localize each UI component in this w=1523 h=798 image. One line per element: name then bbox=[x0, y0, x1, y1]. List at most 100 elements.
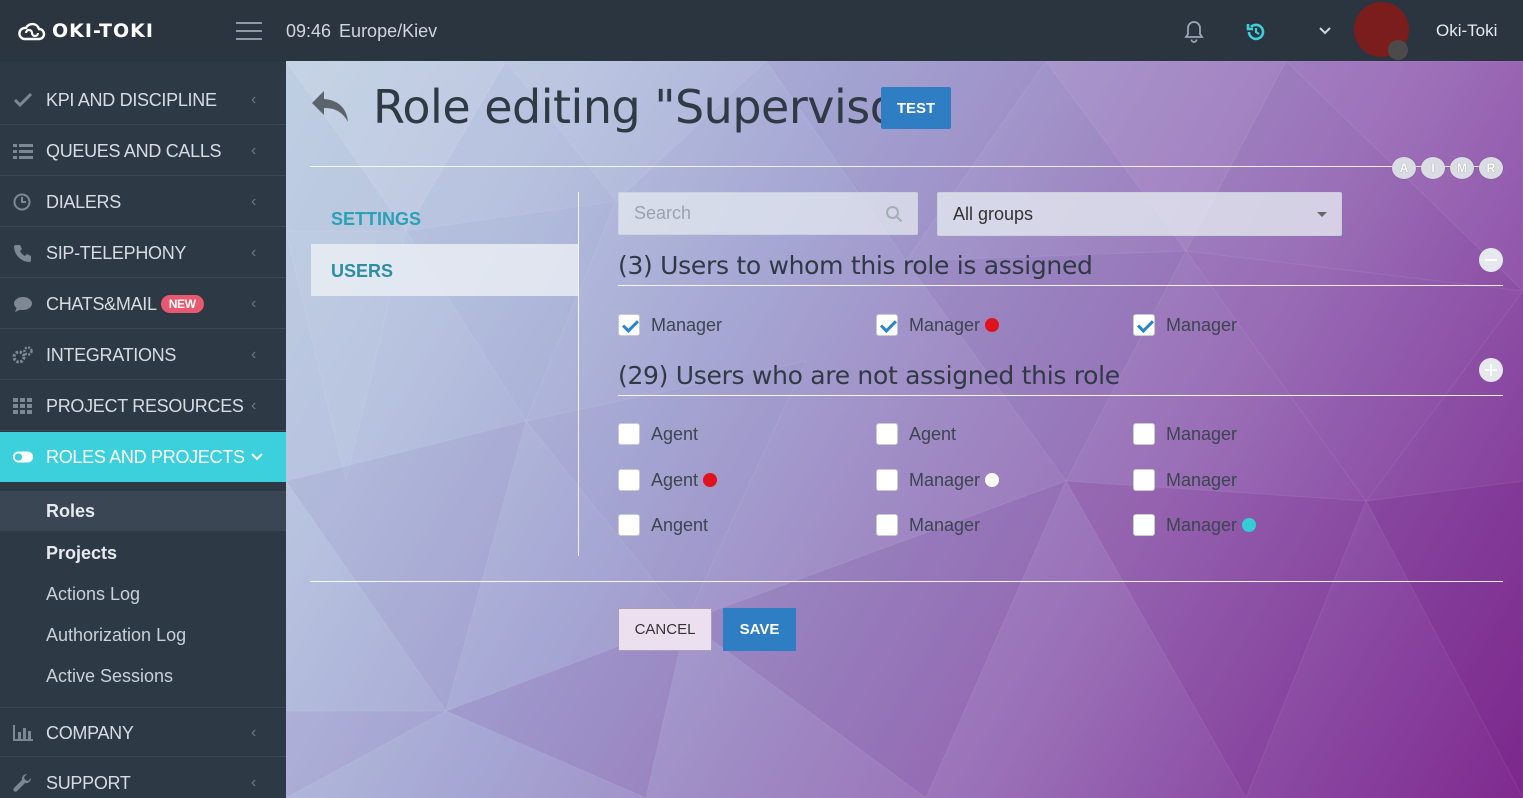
aimr-label: M bbox=[1457, 161, 1467, 175]
page-title: Role editing "Supervisor" bbox=[373, 80, 937, 134]
aimr-toggle-m[interactable]: M bbox=[1450, 157, 1474, 179]
sidebar-item-chats-mail[interactable]: CHATS&MAIL NEW ‹ bbox=[0, 279, 286, 329]
unassigned-user-checkbox[interactable]: Manager bbox=[876, 513, 980, 537]
logo-text: OKI-TOKI bbox=[52, 20, 154, 42]
sidebar-subitem-active-sessions[interactable]: Active Sessions bbox=[0, 656, 286, 696]
sidebar-item-kpi[interactable]: KPI AND DISCIPLINE ‹ bbox=[0, 75, 286, 125]
unassigned-user-checkbox[interactable]: Agent bbox=[618, 422, 698, 446]
checkbox[interactable] bbox=[618, 314, 640, 336]
chevron-left-icon: ‹ bbox=[251, 91, 257, 108]
user-name: Manager bbox=[909, 514, 981, 535]
tab-users[interactable]: USERS bbox=[311, 244, 578, 296]
subitem-label: Authorization Log bbox=[46, 625, 187, 645]
chevron-left-icon: ‹ bbox=[251, 244, 257, 261]
sidebar-subitem-authorization-log[interactable]: Authorization Log bbox=[0, 615, 286, 655]
unassigned-user-checkbox[interactable]: Agent bbox=[618, 468, 718, 492]
user-name: Manager bbox=[1166, 423, 1238, 444]
bar-chart-icon bbox=[13, 725, 33, 741]
checkbox[interactable] bbox=[618, 514, 640, 536]
gears-icon bbox=[12, 346, 33, 364]
aimr-toggle-group: A I M R bbox=[1392, 157, 1503, 179]
test-button[interactable]: TEST bbox=[881, 87, 951, 129]
sidebar-item-label: COMPANY bbox=[46, 723, 134, 743]
unassigned-user-checkbox[interactable]: Manager bbox=[1133, 468, 1237, 492]
user-name: Agent bbox=[909, 423, 957, 444]
sidebar-item-queues[interactable]: QUEUES AND CALLS ‹ bbox=[0, 126, 286, 176]
user-name: Agent bbox=[651, 469, 699, 490]
unassigned-section-title: (29) Users who are not assigned this rol… bbox=[618, 361, 1120, 390]
user-name: Manager bbox=[909, 469, 981, 490]
sidebar-subitem-roles[interactable]: Roles bbox=[0, 491, 286, 531]
chevron-down-icon[interactable] bbox=[1319, 27, 1331, 35]
tab-settings[interactable]: SETTINGS bbox=[311, 192, 578, 244]
checkbox[interactable] bbox=[1133, 469, 1155, 491]
unassigned-user-checkbox[interactable]: Angent bbox=[618, 513, 708, 537]
checkbox[interactable] bbox=[1133, 514, 1155, 536]
assigned-section-title: (3) Users to whom this role is assigned bbox=[618, 251, 1093, 280]
status-dot bbox=[985, 318, 1000, 332]
chevron-left-icon: ‹ bbox=[251, 774, 257, 791]
sidebar-item-label: ROLES AND PROJECTS bbox=[46, 447, 245, 467]
group-select[interactable]: All groups bbox=[937, 192, 1342, 236]
menu-icon[interactable] bbox=[236, 22, 262, 40]
back-arrow-icon[interactable] bbox=[310, 89, 352, 127]
unassigned-user-checkbox[interactable]: Agent bbox=[876, 422, 956, 446]
sidebar-subitem-projects[interactable]: Projects bbox=[0, 533, 286, 573]
checkbox[interactable] bbox=[876, 514, 898, 536]
sidebar-item-integrations[interactable]: INTEGRATIONS ‹ bbox=[0, 330, 286, 380]
logo[interactable]: OKI-TOKI bbox=[16, 19, 154, 43]
unassigned-user-checkbox[interactable]: Manager bbox=[876, 468, 1000, 492]
assigned-user-checkbox[interactable]: Manager bbox=[618, 313, 722, 337]
aimr-label: R bbox=[1486, 161, 1496, 175]
checkbox[interactable] bbox=[876, 469, 898, 491]
grid-icon bbox=[13, 398, 32, 414]
sidebar-item-label-text: CHATS&MAIL bbox=[46, 294, 157, 314]
new-badge: NEW bbox=[160, 295, 204, 313]
status-dot bbox=[703, 473, 718, 487]
bell-icon[interactable] bbox=[1184, 20, 1204, 44]
assigned-user-checkbox[interactable]: Manager bbox=[1133, 313, 1237, 337]
search-icon[interactable] bbox=[885, 205, 903, 223]
chevron-left-icon: ‹ bbox=[251, 193, 257, 210]
checkbox[interactable] bbox=[876, 314, 898, 336]
aimr-toggle-a[interactable]: A bbox=[1392, 157, 1416, 179]
top-bar: OKI-TOKI 09:46 Europe/Kiev Oki-Toki bbox=[0, 0, 1523, 61]
sidebar-item-label: SUPPORT bbox=[46, 773, 131, 793]
save-button[interactable]: SAVE bbox=[723, 608, 796, 651]
checkbox[interactable] bbox=[618, 469, 640, 491]
checkbox[interactable] bbox=[876, 423, 898, 445]
unassigned-user-checkbox[interactable]: Manager bbox=[1133, 513, 1257, 537]
expand-unassigned-button[interactable] bbox=[1479, 358, 1503, 382]
aimr-toggle-r[interactable]: R bbox=[1479, 157, 1503, 179]
sidebar-item-company[interactable]: COMPANY ‹ bbox=[0, 707, 286, 757]
user-name: Manager bbox=[1166, 469, 1238, 490]
sidebar-subitem-actions-log[interactable]: Actions Log bbox=[0, 574, 286, 614]
search-box bbox=[618, 192, 918, 235]
assigned-user-checkbox[interactable]: Manager bbox=[876, 313, 1000, 337]
sidebar-item-project-resources[interactable]: PROJECT RESOURCES ‹ bbox=[0, 381, 286, 431]
sidebar-item-roles-and-projects[interactable]: ROLES AND PROJECTS bbox=[0, 432, 286, 482]
sidebar-item-sip-telephony[interactable]: SIP-TELEPHONY ‹ bbox=[0, 228, 286, 278]
sidebar-item-label: KPI AND DISCIPLINE bbox=[46, 90, 217, 110]
checkbox[interactable] bbox=[618, 423, 640, 445]
unassigned-user-checkbox[interactable]: Manager bbox=[1133, 422, 1237, 446]
collapse-assigned-button[interactable] bbox=[1479, 248, 1503, 272]
checkbox[interactable] bbox=[1133, 314, 1155, 336]
sync-icon[interactable] bbox=[1245, 21, 1267, 43]
sidebar-item-label: DIALERS bbox=[46, 192, 121, 212]
cancel-button[interactable]: CANCEL bbox=[618, 608, 712, 651]
chevron-down-icon bbox=[251, 453, 263, 461]
subitem-label: Projects bbox=[46, 543, 118, 563]
sidebar-item-support[interactable]: SUPPORT ‹ bbox=[0, 758, 286, 798]
aimr-toggle-i[interactable]: I bbox=[1421, 157, 1445, 179]
subitem-label: Active Sessions bbox=[46, 666, 174, 686]
vertical-divider bbox=[578, 192, 579, 556]
username[interactable]: Oki-Toki bbox=[1436, 21, 1497, 41]
search-input[interactable] bbox=[619, 193, 879, 234]
checkbox[interactable] bbox=[1133, 423, 1155, 445]
user-name: Manager bbox=[651, 314, 723, 335]
user-name: Angent bbox=[651, 514, 709, 535]
chevron-left-icon: ‹ bbox=[251, 295, 257, 312]
sidebar-item-dialers[interactable]: DIALERS ‹ bbox=[0, 177, 286, 227]
clock: 09:46 Europe/Kiev bbox=[286, 21, 445, 42]
